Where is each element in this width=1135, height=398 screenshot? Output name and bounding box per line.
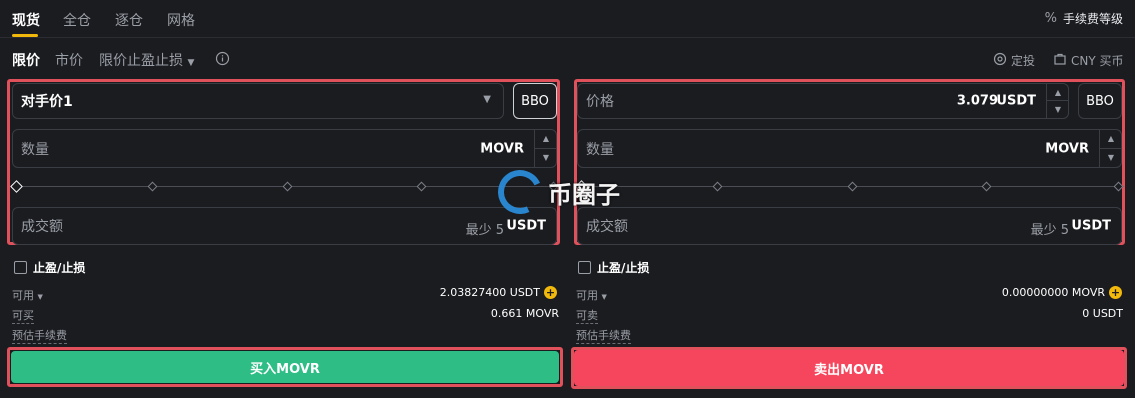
tab-spot[interactable]: 现货 (12, 10, 40, 30)
buy-available-value: 2.03827400 USDT + (439, 286, 557, 299)
triangle-up-icon[interactable]: ▲ (535, 130, 557, 149)
percent-icon: % (1044, 11, 1057, 26)
watermark-logo: 币圈子 (491, 163, 620, 221)
fee-level-link[interactable]: % 手续费等级 (1045, 10, 1123, 27)
sell-bbo-button[interactable]: BBO (1078, 83, 1122, 119)
order-type-tpsl[interactable]: 限价止盈止损 ▼ (99, 50, 194, 70)
order-type-tabs: 限价 市价 限价止盈止损 ▼ 定投 CNY 买币 (0, 50, 1135, 70)
slider-mark-75[interactable] (416, 181, 427, 192)
buy-bbo-button[interactable]: BBO (513, 83, 557, 119)
sell-price-stepper[interactable]: ▲ ▼ (1046, 84, 1069, 118)
watermark-ring-icon (491, 163, 549, 221)
triangle-up-icon[interactable]: ▲ (1100, 130, 1122, 149)
dca-link[interactable]: 定投 (993, 52, 1035, 69)
buy-total-min: 最少 5 (465, 223, 504, 238)
fee-level-label: 手续费等级 (1062, 12, 1123, 26)
buy-amount-slider[interactable] (10, 180, 559, 193)
order-type-market[interactable]: 市价 (55, 50, 83, 70)
triangle-down-icon[interactable]: ▼ (535, 149, 557, 168)
caret-down-icon: ▼ (187, 58, 195, 68)
sell-available-label[interactable]: 可用 ▼ (576, 287, 607, 303)
buy-price-select[interactable]: 对手价1 ▼ (12, 83, 504, 119)
sell-available-value: 0.00000000 MOVR + (1001, 286, 1122, 299)
sell-price-field[interactable]: 价格 3.079 USDT ▲ ▼ (577, 83, 1069, 119)
slider-mark-100[interactable] (1113, 181, 1124, 192)
order-type-limit[interactable]: 限价 (12, 50, 40, 70)
buy-amount-field[interactable]: 数量 MOVR ▲ ▼ (12, 129, 557, 168)
buy-button[interactable]: 买入MOVR (11, 351, 559, 383)
buy-can-buy-label: 可买 (12, 309, 34, 324)
sell-amount-slider[interactable] (575, 180, 1124, 193)
slider-mark-25[interactable] (712, 181, 723, 192)
sell-fee-label[interactable]: 预估手续费 (576, 327, 631, 344)
active-tab-indicator (12, 34, 38, 37)
tab-cross[interactable]: 全仓 (63, 10, 91, 30)
deposit-plus-icon[interactable]: + (1109, 286, 1122, 299)
tab-isolated[interactable]: 逐仓 (115, 10, 143, 30)
slider-mark-75[interactable] (981, 181, 992, 192)
triangle-down-icon[interactable]: ▼ (1047, 101, 1069, 118)
info-icon[interactable] (215, 51, 230, 70)
sell-button[interactable]: 卖出MOVR (574, 350, 1124, 386)
sell-total-min: 最少 5 (1030, 223, 1069, 238)
slider-mark-50[interactable] (847, 181, 858, 192)
checkbox-icon (578, 261, 591, 274)
tab-grid[interactable]: 网格 (167, 10, 195, 30)
deposit-plus-icon[interactable]: + (544, 286, 557, 299)
sell-amount-field[interactable]: 数量 MOVR ▲ ▼ (577, 129, 1122, 168)
slider-mark-25[interactable] (147, 181, 158, 192)
buy-total-field[interactable]: 成交额 最少 5 USDT (12, 207, 557, 245)
chevron-down-icon: ▼ (483, 94, 491, 105)
checkbox-icon (14, 261, 27, 274)
cart-icon (1053, 52, 1067, 69)
sell-can-sell-label: 可卖 (576, 309, 598, 324)
slider-mark-50[interactable] (282, 181, 293, 192)
sell-tpsl-checkbox[interactable]: 止盈/止损 (578, 259, 649, 276)
buy-fee-label[interactable]: 预估手续费 (12, 327, 67, 344)
dca-icon (993, 52, 1007, 69)
triangle-down-icon[interactable]: ▼ (1100, 149, 1122, 168)
buy-can-buy-value: 0.661 MOVR (490, 307, 559, 320)
sell-can-sell-value: 0 USDT (1082, 307, 1123, 320)
buy-available-label[interactable]: 可用 ▼ (12, 287, 43, 303)
sell-amount-stepper[interactable]: ▲ ▼ (1099, 130, 1122, 168)
buy-crypto-link[interactable]: CNY 买币 (1053, 52, 1124, 69)
buy-amount-stepper[interactable]: ▲ ▼ (534, 130, 557, 168)
margin-mode-tabs: 现货 全仓 逐仓 网格 % 手续费等级 (0, 0, 1135, 38)
slider-handle[interactable] (10, 180, 23, 193)
sell-total-field[interactable]: 成交额 最少 5 USDT (577, 207, 1122, 245)
buy-tpsl-checkbox[interactable]: 止盈/止损 (14, 259, 85, 276)
triangle-up-icon[interactable]: ▲ (1047, 84, 1069, 101)
